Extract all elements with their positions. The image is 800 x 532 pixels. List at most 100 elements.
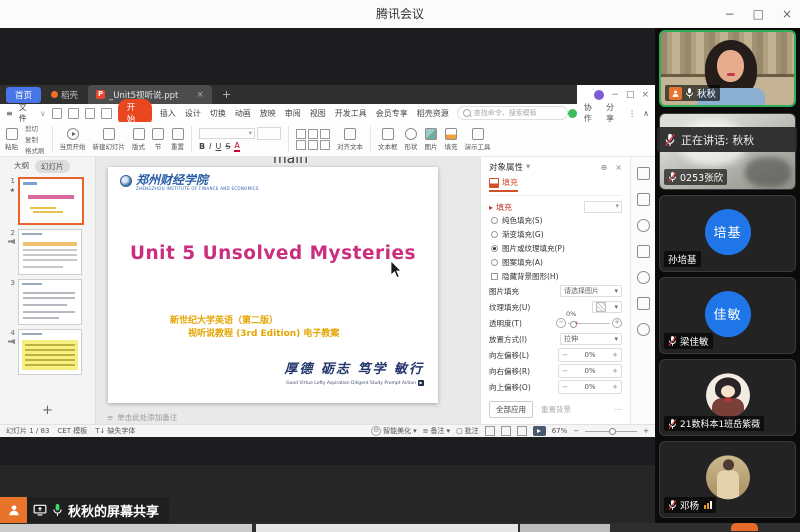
participant-tile-qiuqiu[interactable]: 秋秋: [659, 30, 796, 107]
fill-button[interactable]: 填充: [445, 128, 458, 151]
radio-gradient-fill[interactable]: 渐变填充(G): [489, 227, 622, 241]
slide-thumbnail-4[interactable]: 4: [0, 327, 95, 377]
fill-tab[interactable]: 填充: [489, 177, 518, 192]
menu-tab-review[interactable]: 审阅: [285, 108, 301, 119]
underline-button[interactable]: U: [215, 142, 221, 151]
maximize-icon[interactable]: □: [753, 7, 764, 21]
wps-account-avatar[interactable]: [594, 90, 604, 100]
minimize-icon[interactable]: −: [725, 7, 735, 21]
new-tab-button[interactable]: +: [222, 88, 231, 101]
minus-icon[interactable]: −: [559, 367, 571, 375]
placement-select[interactable]: 拉伸▾: [560, 333, 622, 345]
zoom-in-icon[interactable]: +: [643, 427, 649, 435]
help-icon[interactable]: [637, 271, 650, 284]
participant-tile-dengyang[interactable]: 邓杨: [659, 441, 796, 518]
reset-background-button[interactable]: 重置背景: [541, 404, 571, 415]
menu-tab-docer-res[interactable]: 稻壳资源: [417, 108, 449, 119]
redo-icon[interactable]: [101, 108, 112, 119]
effects-icon[interactable]: [637, 219, 650, 232]
smart-beautify-button[interactable]: ⊖ 智能美化▾: [371, 426, 417, 436]
transparency-slider[interactable]: 0% − +: [556, 318, 622, 328]
bold-button[interactable]: B: [199, 142, 205, 151]
properties-icon[interactable]: [637, 167, 650, 180]
copy-button[interactable]: 复制: [25, 134, 45, 144]
slider-knob[interactable]: [570, 321, 577, 328]
checkbox-hide-background[interactable]: 隐藏背景图形(H): [489, 269, 622, 283]
zoom-out-icon[interactable]: −: [573, 427, 579, 435]
menu-tab-transition[interactable]: 切换: [210, 108, 226, 119]
wps-maximize-icon[interactable]: □: [626, 90, 635, 100]
new-slide-button[interactable]: 新建幻灯片: [93, 128, 126, 151]
selection-pane-icon[interactable]: [637, 245, 650, 258]
outline-tab[interactable]: 大纲: [14, 160, 29, 173]
offset-up-stepper[interactable]: − 0% +: [558, 380, 622, 394]
undo-icon[interactable]: [85, 108, 96, 119]
layout-button[interactable]: 版式: [132, 128, 145, 151]
hamburger-icon[interactable]: ≡: [6, 109, 13, 118]
slides-tab[interactable]: 幻灯片: [35, 160, 70, 173]
collapse-ribbon-icon[interactable]: ∧: [643, 109, 649, 118]
pin-icon[interactable]: ⊕: [601, 163, 608, 172]
align-center-icon[interactable]: [308, 140, 318, 150]
radio-picture-fill[interactable]: 图片或纹理填充(P): [489, 241, 622, 255]
menu-tab-insert[interactable]: 插入: [160, 108, 176, 119]
slideshow-play-button[interactable]: [533, 426, 546, 436]
number-list-icon[interactable]: [308, 129, 318, 139]
slide-sorter-icon[interactable]: [501, 426, 511, 436]
collaborate-button[interactable]: 协作: [584, 102, 599, 124]
zoom-knob[interactable]: [609, 428, 616, 435]
slide-thumbnail-1[interactable]: 1 ★: [0, 175, 95, 227]
apply-all-button[interactable]: 全部应用: [489, 401, 533, 418]
offset-left-stepper[interactable]: − 0% +: [558, 348, 622, 362]
text-box-button[interactable]: 文本框: [378, 128, 398, 151]
strike-button[interactable]: S: [225, 142, 230, 151]
cut-button[interactable]: 剪切: [25, 123, 45, 133]
more-options-icon[interactable]: ⋯: [615, 405, 623, 414]
print-icon[interactable]: [68, 108, 79, 119]
section-caret-icon[interactable]: ▸: [489, 203, 493, 212]
close-icon[interactable]: ×: [782, 7, 792, 21]
wps-close-icon[interactable]: ×: [641, 90, 649, 100]
font-color-button[interactable]: A: [234, 141, 239, 152]
font-name-select[interactable]: ▾: [199, 128, 255, 139]
radio-pattern-fill[interactable]: 图案填充(A): [489, 255, 622, 269]
paste-button[interactable]: 粘贴: [5, 128, 18, 151]
format-painter-button[interactable]: 格式刷: [25, 145, 45, 155]
menu-tab-slideshow[interactable]: 放映: [260, 108, 276, 119]
slide-thumbnail-3[interactable]: 3: [0, 277, 95, 327]
resource-icon[interactable]: [637, 297, 650, 310]
more-menu-icon[interactable]: ⋮: [628, 109, 636, 118]
cloud-sync-icon[interactable]: [568, 109, 577, 118]
fill-preset-select[interactable]: ▾: [584, 201, 622, 213]
missing-font-warning[interactable]: T↓缺失字体: [95, 426, 135, 436]
menu-tab-animation[interactable]: 动画: [235, 108, 251, 119]
bullet-list-icon[interactable]: [296, 129, 306, 139]
slide-1[interactable]: 郑州财经学院 ZHENGZHOU INSTITUTE OF FINANCE AN…: [108, 167, 438, 403]
minus-icon[interactable]: −: [559, 351, 571, 359]
shapes-button[interactable]: 形状: [405, 128, 418, 151]
zoom-slider[interactable]: [585, 431, 637, 432]
menu-tab-developer[interactable]: 开发工具: [335, 108, 367, 119]
plus-icon[interactable]: +: [609, 383, 621, 391]
notes-input[interactable]: ≡ 单击此处添加备注: [95, 410, 480, 424]
align-left-icon[interactable]: [296, 140, 306, 150]
tab-close-icon[interactable]: ×: [196, 90, 204, 100]
plus-icon[interactable]: +: [609, 367, 621, 375]
file-menu[interactable]: 文件: [19, 102, 34, 124]
command-search-input[interactable]: 查找命令、搜索模板: [457, 106, 568, 120]
participant-tile-liangjiamin[interactable]: 佳敏 梁佳敏: [659, 277, 796, 354]
comments-toggle[interactable]: ▢ 批注: [456, 426, 479, 436]
slide-canvas[interactable]: main 郑州财经学院 ZHENGZHOU INSTITUTE OF FINAN…: [95, 157, 480, 424]
menu-tab-design[interactable]: 设计: [185, 108, 201, 119]
audio-play-icon[interactable]: ▶: [418, 380, 424, 386]
italic-button[interactable]: I: [209, 142, 211, 151]
save-icon[interactable]: [52, 108, 63, 119]
panel-close-icon[interactable]: ×: [615, 163, 622, 172]
align-right-icon[interactable]: [320, 140, 330, 150]
offset-right-stepper[interactable]: − 0% +: [558, 364, 622, 378]
section-button[interactable]: 节: [152, 128, 164, 151]
align-text-button[interactable]: 对齐文本: [337, 128, 363, 151]
slide-thumbnail-2[interactable]: 2: [0, 227, 95, 277]
notes-toggle[interactable]: ≡ 备注 ▾: [423, 426, 450, 436]
play-from-current-button[interactable]: 当页开始: [60, 128, 86, 151]
